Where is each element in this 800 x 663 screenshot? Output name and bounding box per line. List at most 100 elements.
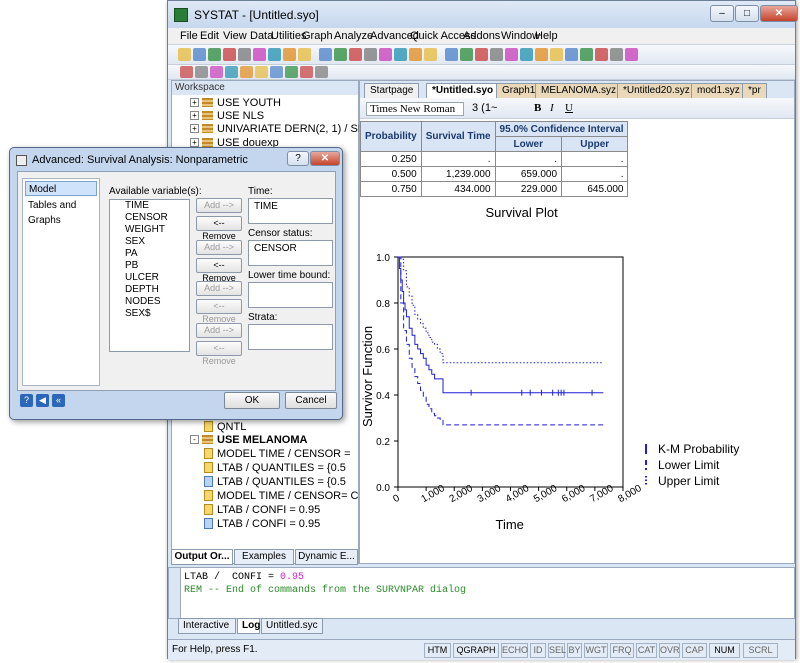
add-lower-button[interactable]: Add --> (196, 281, 242, 296)
graph-toolbar-icon[interactable] (270, 66, 283, 78)
toolbar-icon[interactable] (319, 48, 332, 61)
time-field[interactable]: TIME (248, 198, 333, 224)
toolbar-icon[interactable] (283, 48, 296, 61)
font-select[interactable]: Times New Roman (366, 102, 464, 116)
toolbar-icon[interactable] (625, 48, 638, 61)
toolbar-icon[interactable] (445, 48, 458, 61)
toolbar-icon[interactable] (424, 48, 437, 61)
menu-file[interactable]: File (180, 30, 198, 42)
toolbar-icon[interactable] (490, 48, 503, 61)
toolbar-icon[interactable] (475, 48, 488, 61)
graph-toolbar-icon[interactable] (180, 66, 193, 78)
toolbar-icon[interactable] (253, 48, 266, 61)
toolbar-icon[interactable] (334, 48, 347, 61)
workspace-node[interactable]: LTAB / QUANTILES = {0.5 (204, 475, 346, 488)
expand-icon[interactable]: + (190, 98, 199, 107)
workspace-node[interactable]: LTAB / QUANTILES = {0.5 (204, 461, 346, 474)
graph-toolbar-icon[interactable] (285, 66, 298, 78)
close-button[interactable]: ✕ (760, 5, 798, 22)
toolbar-icon[interactable] (178, 48, 191, 61)
graph-toolbar-icon[interactable] (255, 66, 268, 78)
graph-toolbar-icon[interactable] (240, 66, 253, 78)
cancel-button[interactable]: Cancel (285, 392, 337, 409)
add-censor-button[interactable]: Add --> (196, 240, 242, 255)
toolbar-icon[interactable] (610, 48, 623, 61)
variable-item[interactable]: NODES (110, 296, 189, 308)
help-icon[interactable]: ? (20, 394, 33, 407)
toolbar-icon[interactable] (193, 48, 206, 61)
menu-edit[interactable]: Edit (200, 30, 219, 42)
variable-item[interactable]: SEX (110, 236, 189, 248)
back-icon[interactable]: ◀ (36, 394, 49, 407)
tab-output-organizer[interactable]: Output Or... (171, 549, 233, 565)
menu-graph[interactable]: Graph (302, 30, 333, 42)
ok-button[interactable]: OK (224, 392, 280, 409)
add-time-button[interactable]: Add --> (196, 198, 242, 213)
toolbar-icon[interactable] (550, 48, 563, 61)
workspace-node[interactable]: - USE MELANOMA (190, 433, 307, 446)
variable-item[interactable]: PA (110, 248, 189, 260)
underline-button[interactable]: U (565, 102, 573, 114)
expand-icon[interactable]: + (190, 124, 199, 133)
menu-analyze[interactable]: Analyze (334, 30, 373, 42)
censor-field[interactable]: CENSOR (248, 240, 333, 266)
variable-item[interactable]: CENSOR (110, 212, 189, 224)
toolbar-icon[interactable] (595, 48, 608, 61)
doc-tab[interactable]: mod1.syz (691, 83, 746, 98)
graph-toolbar-icon[interactable] (225, 66, 238, 78)
minimize-button[interactable]: ‒ (710, 5, 734, 22)
workspace-node[interactable]: MODEL TIME / CENSOR = (204, 447, 351, 460)
graph-toolbar-icon[interactable] (195, 66, 208, 78)
toolbar-icon[interactable] (364, 48, 377, 61)
variable-item[interactable]: PB (110, 260, 189, 272)
toolbar-icon[interactable] (268, 48, 281, 61)
menu-data[interactable]: Data (250, 30, 273, 42)
command-log[interactable]: LTAB / CONFI = 0.95 REM -- End of comman… (168, 567, 795, 619)
toolbar-icon[interactable] (520, 48, 533, 61)
doc-tab[interactable]: MELANOMA.syz (535, 83, 623, 98)
toolbar-icon[interactable] (505, 48, 518, 61)
doc-tab[interactable]: *Untitled.syo (426, 83, 500, 98)
tab-log[interactable]: Log (237, 618, 260, 634)
menu-addons[interactable]: Addons (463, 30, 500, 42)
expand-icon[interactable]: + (190, 111, 199, 120)
workspace-node[interactable]: LTAB / CONFI = 0.95 (204, 503, 320, 516)
toolbar-icon[interactable] (238, 48, 251, 61)
toolbar-icon[interactable] (460, 48, 473, 61)
workspace-node[interactable]: + UNIVARIATE DERN(2, 1) / SIZ (190, 122, 368, 135)
bold-button[interactable]: B (534, 102, 541, 114)
doc-tab[interactable]: Startpage (364, 83, 420, 98)
maximize-button[interactable]: □ (735, 5, 759, 22)
dialog-close-button[interactable]: ✕ (310, 151, 340, 166)
toolbar-icon[interactable] (535, 48, 548, 61)
graph-toolbar-icon[interactable] (315, 66, 328, 78)
toolbar-icon[interactable] (580, 48, 593, 61)
toolbar-icon[interactable] (379, 48, 392, 61)
toolbar-icon[interactable] (394, 48, 407, 61)
workspace-node[interactable]: + USE YOUTH (190, 96, 281, 109)
workspace-node[interactable]: LTAB / CONFI = 0.95 (204, 517, 320, 530)
toolbar-icon[interactable] (349, 48, 362, 61)
doc-tab[interactable]: *Untitled20.syz (617, 83, 696, 98)
remove-lower-button[interactable]: <-- Remove (196, 299, 242, 324)
help-title-button[interactable]: ? (287, 151, 309, 166)
variable-list[interactable]: TIME CENSOR WEIGHT SEX PA PB ULCER DEPTH NODES SE… (109, 199, 190, 352)
nav-model[interactable]: Model (25, 181, 97, 196)
remove-censor-button[interactable]: <-- Remove (196, 258, 242, 283)
variable-item[interactable]: ULCER (110, 272, 189, 284)
add-strata-button[interactable]: Add --> (196, 323, 242, 338)
toolbar-icon[interactable] (208, 48, 221, 61)
lower-bound-field[interactable] (248, 282, 333, 308)
toolbar-icon[interactable] (409, 48, 422, 61)
doc-tab[interactable]: *pr (742, 83, 767, 98)
workspace-node[interactable]: + USE NLS (190, 109, 264, 122)
back-all-icon[interactable]: « (52, 394, 65, 407)
toolbar-icon[interactable] (298, 48, 311, 61)
toolbar-icon[interactable] (565, 48, 578, 61)
tab-untitled-syc[interactable]: Untitled.syc (261, 618, 323, 634)
menu-view[interactable]: View (223, 30, 247, 42)
graph-toolbar-icon[interactable] (210, 66, 223, 78)
nav-tables-graphs[interactable]: Tables and Graphs (25, 198, 97, 226)
expand-icon[interactable]: + (190, 138, 199, 147)
remove-time-button[interactable]: <-- Remove (196, 216, 242, 241)
